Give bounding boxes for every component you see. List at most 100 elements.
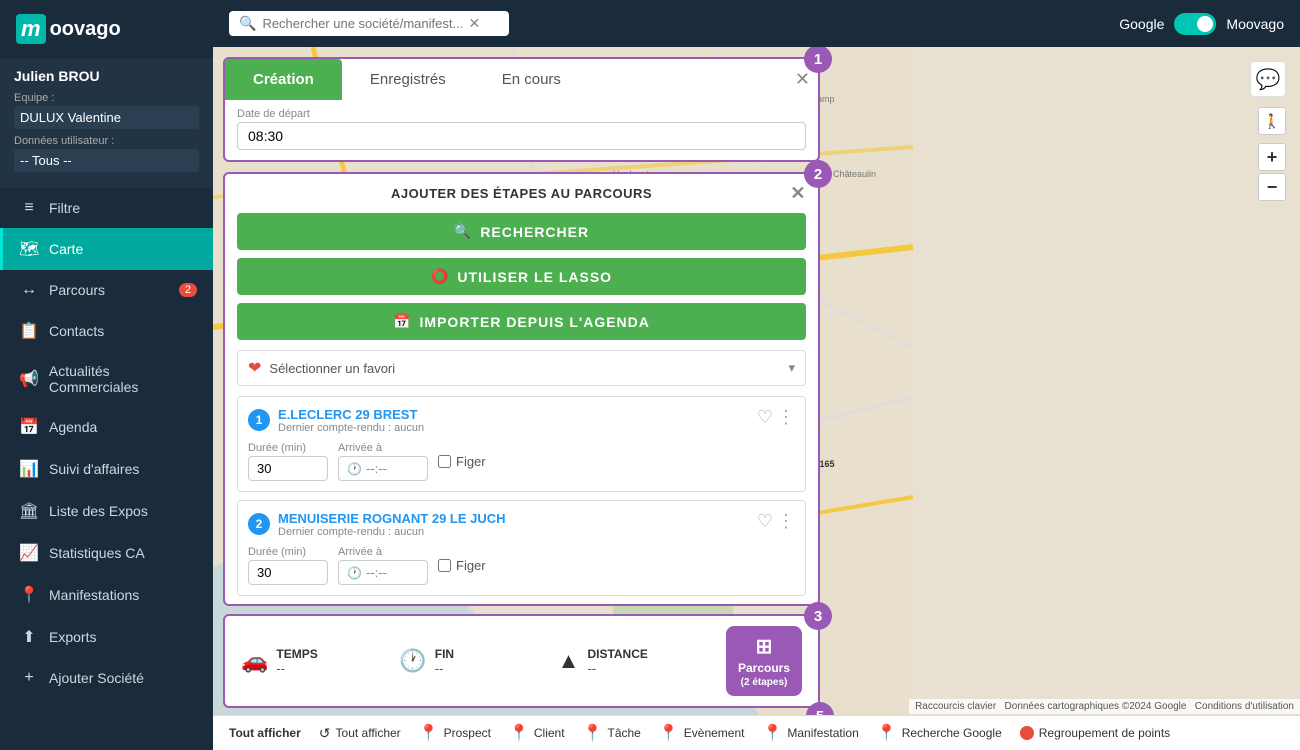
stop-2-arrivee-input[interactable]: 🕐 --:-- — [338, 560, 428, 585]
agenda-icon: 📅 — [19, 417, 39, 437]
stop-2-arrivee-label: Arrivée à — [338, 546, 428, 558]
team-select[interactable]: DULUX Valentine — [14, 106, 199, 129]
stop-1-figer-input[interactable] — [438, 455, 451, 468]
user-section: Julien BROU Equipe : DULUX Valentine Don… — [0, 58, 213, 188]
stop-2-fields: Durée (min) Arrivée à 🕐 --:-- Figer — [248, 546, 795, 585]
stop-1-favorite-icon[interactable]: ♡ — [757, 407, 773, 428]
sidebar-item-stats[interactable]: 📈 Statistiques CA — [0, 532, 213, 574]
stop-2-duree-input[interactable] — [248, 560, 328, 585]
stop-1-name: E.LECLERC 29 BREST — [278, 407, 749, 422]
chevron-down-icon: ▾ — [788, 360, 795, 376]
sidebar-item-expos[interactable]: 🏛 Liste des Expos — [0, 490, 213, 532]
legend-client: 📍 Client — [509, 723, 565, 743]
clock-icon: 🕐 — [347, 462, 362, 476]
stop-2-info: MENUISERIE ROGNANT 29 LE JUCH Dernier co… — [278, 511, 749, 538]
zoom-in-button[interactable]: + — [1258, 143, 1286, 171]
parcours-badge-box: ⊞ Parcours (2 étapes) — [726, 626, 802, 696]
legend-evenement: 📍 Evènement — [659, 723, 745, 743]
distance-label: DISTANCE — [587, 647, 647, 661]
filter-icon: ≡ — [19, 199, 39, 217]
stop-2-favorite-icon[interactable]: ♡ — [757, 511, 773, 532]
rechercher-button[interactable]: 🔍 RECHERCHER — [237, 213, 806, 250]
stop-1-arrivee-label: Arrivée à — [338, 442, 428, 454]
news-icon: 📢 — [19, 369, 39, 389]
stop-1-more-icon[interactable]: ⋮ — [777, 407, 795, 428]
client-icon: 📍 — [509, 723, 529, 743]
sidebar-item-parcours[interactable]: ↔ Parcours 2 — [0, 270, 213, 310]
street-view-button[interactable]: 🚶 — [1258, 107, 1286, 135]
stop-2-arrivee-group: Arrivée à 🕐 --:-- — [338, 546, 428, 585]
search-box[interactable]: 🔍 ✕ — [229, 11, 509, 36]
stop-1-duree-label: Durée (min) — [248, 442, 328, 454]
clock-icon-stat: 🕐 — [399, 648, 426, 674]
stop-1-duree-input[interactable] — [248, 456, 328, 481]
parcours-icon: ↔ — [19, 281, 39, 299]
sidebar-item-label: Filtre — [49, 200, 80, 216]
tabs-close-button[interactable]: ✕ — [795, 69, 810, 90]
manifestation-icon: 📍 — [762, 723, 782, 743]
map-copyright: Raccourcis clavier Données cartographiqu… — [909, 699, 1300, 714]
stop-1-figer-checkbox[interactable]: Figer — [438, 454, 486, 469]
search-clear-icon[interactable]: ✕ — [468, 15, 480, 32]
stats-icon: 📈 — [19, 543, 39, 563]
expos-icon: 🏛 — [19, 501, 39, 521]
refresh-icon: ↺ — [319, 725, 331, 742]
steps-panel: 2 AJOUTER DES ÉTAPES AU PARCOURS ✕ 🔍 REC… — [223, 172, 820, 606]
search-input[interactable] — [262, 16, 462, 31]
sidebar-item-carte[interactable]: 🗺 Carte — [0, 228, 213, 270]
stop-item-1: 1 E.LECLERC 29 BREST Dernier compte-rend… — [237, 396, 806, 492]
tabs-panel: 1 Création Enregistrés En cours ✕ Date d… — [223, 57, 820, 162]
tab-creation[interactable]: Création — [225, 59, 342, 100]
legend-title: Tout afficher — [229, 726, 301, 740]
parcours-badge-sub: (2 étapes) — [741, 677, 788, 688]
sidebar-item-agenda[interactable]: 📅 Agenda — [0, 406, 213, 448]
data-label: Données utilisateur : — [14, 135, 199, 147]
steps-title: AJOUTER DES ÉTAPES AU PARCOURS — [391, 186, 652, 201]
legend-tout-afficher[interactable]: ↺ Tout afficher — [319, 725, 401, 742]
panel-overlay: 1 Création Enregistrés En cours ✕ Date d… — [213, 47, 830, 750]
stop-1-arrivee-input[interactable]: 🕐 --:-- — [338, 456, 428, 481]
zoom-out-button[interactable]: − — [1258, 173, 1286, 201]
sidebar-item-manifestations[interactable]: 📍 Manifestations — [0, 574, 213, 616]
sidebar-item-exports[interactable]: ⬆ Exports — [0, 616, 213, 658]
agenda-button[interactable]: 📅 IMPORTER DEPUIS L'AGENDA — [237, 303, 806, 340]
logo: m oovago — [16, 14, 121, 44]
map-area[interactable]: Brest Saint-Renan Landerneau Landivisiau… — [213, 47, 1300, 750]
stop-1-fields: Durée (min) Arrivée à 🕐 --:-- Figer — [248, 442, 795, 481]
favori-selector[interactable]: ❤ Sélectionner un favori ▾ — [237, 350, 806, 386]
legend-tache: 📍 Tâche — [583, 723, 641, 743]
stat-distance: ▲ DISTANCE -- — [558, 647, 716, 676]
sidebar: m oovago Julien BROU Equipe : DULUX Vale… — [0, 0, 213, 750]
sidebar-item-filtre[interactable]: ≡ Filtre — [0, 188, 213, 228]
stop-2-actions: ♡ ⋮ — [757, 511, 795, 532]
bubble-3: 3 — [804, 602, 832, 630]
car-icon: 🚗 — [241, 648, 268, 674]
sidebar-item-actualites[interactable]: 📢 Actualités Commerciales — [0, 352, 213, 406]
stop-1-actions: ♡ ⋮ — [757, 407, 795, 428]
tab-en-cours[interactable]: En cours — [474, 59, 589, 100]
fin-val: -- — [435, 661, 454, 676]
google-moovago-toggle[interactable] — [1174, 13, 1216, 35]
data-select[interactable]: -- Tous -- — [14, 149, 199, 172]
sidebar-item-add-societe[interactable]: + Ajouter Société — [0, 658, 213, 698]
evenement-icon: 📍 — [659, 723, 679, 743]
sidebar-item-suivi[interactable]: 📊 Suivi d'affaires — [0, 448, 213, 490]
stop-2-more-icon[interactable]: ⋮ — [777, 511, 795, 532]
steps-header: AJOUTER DES ÉTAPES AU PARCOURS ✕ — [225, 174, 818, 213]
stats-panel: 3 🚗 TEMPS -- 🕐 FIN -- ▲ DISTANCE - — [223, 614, 820, 708]
stop-2-figer-checkbox[interactable]: Figer — [438, 558, 486, 573]
tab-enregistres[interactable]: Enregistrés — [342, 59, 474, 100]
stop-2-figer-input[interactable] — [438, 559, 451, 572]
legend-manifestation: 📍 Manifestation — [762, 723, 858, 743]
lasso-button[interactable]: ⭕ UTILISER LE LASSO — [237, 258, 806, 295]
steps-close-button[interactable]: ✕ — [790, 183, 806, 204]
stat-temps: 🚗 TEMPS -- — [241, 647, 399, 676]
chat-button[interactable]: 💬 — [1250, 61, 1286, 97]
sidebar-item-contacts[interactable]: 📋 Contacts — [0, 310, 213, 352]
legend-bar: Tout afficher ↺ Tout afficher 📍 Prospect… — [213, 715, 1300, 750]
date-input[interactable] — [237, 122, 806, 150]
sidebar-item-label: Manifestations — [49, 587, 139, 603]
search-icon: 🔍 — [454, 223, 472, 240]
stop-1-arrivee-val: --:-- — [366, 461, 387, 476]
sidebar-item-label: Actualités Commerciales — [49, 363, 197, 395]
